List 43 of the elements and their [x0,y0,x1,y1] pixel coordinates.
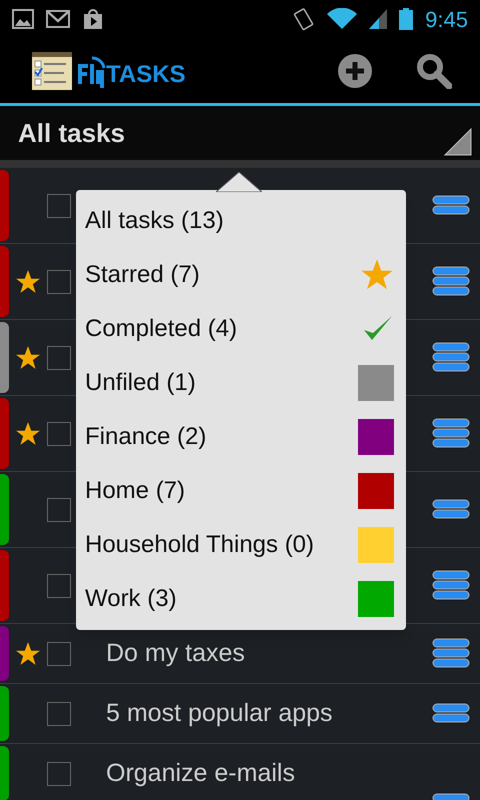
task-title[interactable]: Do my taxes [106,634,432,672]
checkbox[interactable] [47,574,71,598]
mail-icon [46,10,70,28]
filter-menu-item[interactable]: Completed (4) [76,302,406,356]
add-icon [337,52,373,88]
picture-icon [12,9,34,29]
filter-menu-item[interactable]: Home (7) [76,464,406,518]
clock-text: 9:45 [425,6,468,34]
checkbox[interactable] [47,194,71,218]
signal-icon [369,9,388,29]
vibrate-icon [293,7,316,31]
battery-icon [399,8,414,30]
search-icon [416,52,452,88]
dropdown-corner-icon [444,128,472,156]
menu-item-label: Household Things (0) [85,530,316,560]
task-title[interactable]: 5 most popular apps [106,694,432,732]
menu-item-label: All tasks (13) [85,206,225,236]
filter-spinner[interactable]: All tasks [0,106,480,168]
notepad-icon [32,52,72,90]
menu-item-label: Starred (7) [85,260,201,290]
app-logo-text: TASKS [106,62,186,86]
checkbox[interactable] [47,702,71,726]
checkbox[interactable] [47,642,71,666]
filter-menu-item[interactable]: All tasks (13) [76,194,406,248]
filter-menu-item[interactable]: Unfiled (1) [76,356,406,410]
bag-icon [82,8,104,30]
checkbox[interactable] [47,422,71,446]
menu-item-label: Home (7) [85,476,186,506]
checkbox[interactable] [47,270,71,294]
filter-menu-item[interactable]: Finance (2) [76,410,406,464]
menu-item-label: Work (3) [85,584,178,614]
checkbox[interactable] [47,346,71,370]
checkbox[interactable] [47,498,71,522]
wifi-icon [327,8,358,30]
menu-item-label: Completed (4) [85,314,238,344]
filter-menu-item[interactable]: Starred (7) [76,248,406,302]
filter-menu-item[interactable]: Work (3) [76,572,406,626]
filter-menu-item[interactable]: Household Things (0) [76,518,406,572]
task-title[interactable]: Organize e-mails [106,754,432,792]
star-icon [360,258,394,292]
menu-item-label: Unfiled (1) [85,368,197,398]
menu-item-label: Finance (2) [85,422,208,452]
checkbox[interactable] [47,762,71,786]
